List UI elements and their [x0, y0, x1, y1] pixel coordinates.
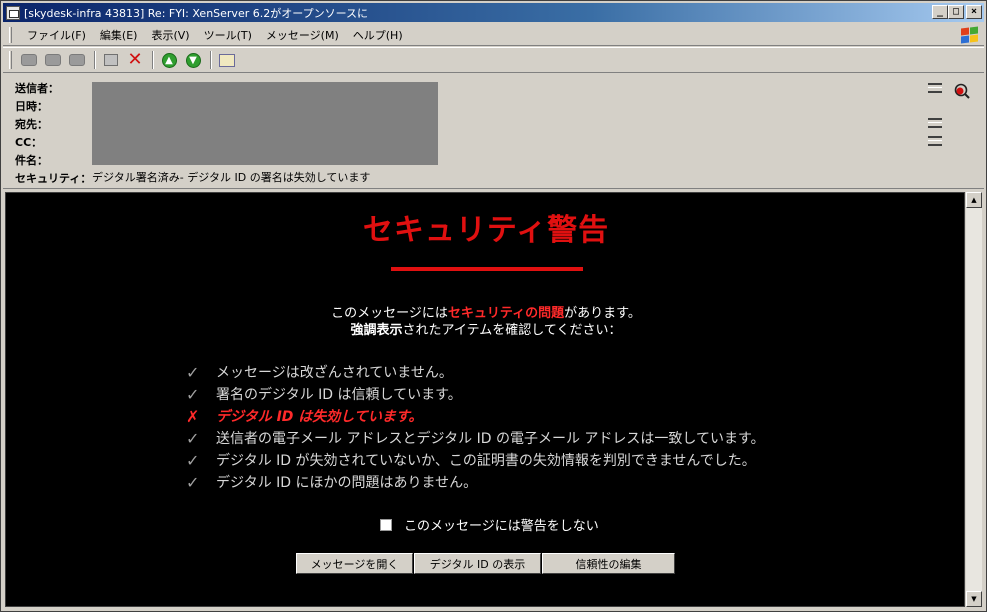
menu-bar: ファイル(F) 編集(E) 表示(V) ツール(T) メッセージ(M) ヘルプ(…: [3, 24, 984, 46]
title-bar: [skydesk-infra 43813] Re: FYI: XenServer…: [3, 3, 984, 22]
message-header: 送信者： 日時： 宛先： CC： 件名： セキュリティ： デジタル署名済み- デ…: [3, 75, 984, 189]
windows-logo-icon: [958, 25, 980, 45]
address-book-icon[interactable]: [216, 50, 238, 70]
vertical-scrollbar[interactable]: ▲ ▼: [965, 192, 982, 607]
check-item: ✓ メッセージは改ざんされていません。: [186, 361, 765, 383]
warning-intro: このメッセージにはセキュリティの問題があります。 強調表示されたアイテムを確認し…: [6, 305, 964, 339]
cross-mark-icon: ✗: [186, 406, 200, 426]
menu-tools[interactable]: ツール(T): [197, 25, 259, 45]
check-mark-icon: ✓: [186, 450, 200, 470]
to-label: 宛先：: [15, 118, 48, 131]
reply-icon[interactable]: [18, 50, 40, 70]
check-text: メッセージは改ざんされていません。: [216, 365, 453, 381]
check-list: ✓ メッセージは改ざんされていません。 ✓ 署名のデジタル ID は信頼していま…: [186, 361, 765, 493]
security-warning-icon[interactable]: [954, 83, 970, 99]
previous-icon[interactable]: ▲: [158, 50, 180, 70]
edit-trust-button[interactable]: 信頼性の編集: [542, 553, 675, 574]
security-warning-pane: セキュリティ警告 このメッセージにはセキュリティの問題があります。 強調表示され…: [5, 192, 965, 607]
intro-text: されたアイテムを確認してください：: [402, 323, 622, 338]
open-message-button[interactable]: メッセージを開く: [296, 553, 413, 574]
close-button[interactable]: ×: [966, 5, 982, 19]
check-text: デジタル ID にほかの問題はありません。: [216, 475, 478, 491]
window-title: [skydesk-infra 43813] Re: FYI: XenServer…: [24, 6, 369, 20]
window-controls: _ □ ×: [932, 5, 982, 19]
toolbar-separator: [210, 51, 212, 69]
forward-icon[interactable]: [66, 50, 88, 70]
expand-to-icon[interactable]: [928, 118, 942, 128]
menu-help[interactable]: ヘルプ(H): [346, 25, 410, 45]
app-icon[interactable]: [6, 5, 20, 20]
toolbar-grip[interactable]: [9, 51, 12, 69]
scroll-up-button[interactable]: ▲: [966, 192, 982, 208]
minimize-button[interactable]: _: [932, 5, 948, 19]
intro-text: があります。: [564, 306, 641, 321]
check-item: ✓ デジタル ID にほかの問題はありません。: [186, 471, 765, 493]
delete-icon[interactable]: ✕: [124, 50, 146, 70]
check-mark-icon: ✓: [186, 428, 200, 448]
intro-text: このメッセージには: [331, 306, 448, 321]
menu-view[interactable]: 表示(V): [144, 25, 196, 45]
check-text: 送信者の電子メール アドレスとデジタル ID の電子メール アドレスは一致してい…: [216, 431, 765, 447]
security-status: デジタル署名済み- デジタル ID の署名は失効しています: [92, 171, 371, 184]
check-mark-icon: ✓: [186, 472, 200, 492]
date-label: 日時：: [15, 100, 48, 113]
menu-file[interactable]: ファイル(F): [20, 25, 93, 45]
check-text: デジタル ID は失効しています。: [216, 409, 423, 425]
check-mark-icon: ✓: [186, 362, 200, 382]
check-mark-icon: ✓: [186, 384, 200, 404]
redacted-header-values: [92, 82, 438, 165]
maximize-button[interactable]: □: [948, 5, 964, 19]
subject-label: 件名：: [15, 154, 48, 167]
dont-warn-option[interactable]: このメッセージには警告をしない: [380, 515, 599, 534]
menu-edit[interactable]: 編集(E): [93, 25, 145, 45]
cc-label: CC：: [15, 136, 43, 149]
from-label: 送信者：: [15, 82, 59, 95]
check-text: 署名のデジタル ID は信頼しています。: [216, 387, 462, 403]
security-label: セキュリティ：: [15, 172, 92, 185]
reply-all-icon[interactable]: [42, 50, 64, 70]
print-icon[interactable]: [100, 50, 122, 70]
check-text: デジタル ID が失効されていないか、この証明書の失効情報を判別できませんでした…: [216, 453, 756, 469]
menu-message[interactable]: メッセージ(M): [259, 25, 346, 45]
check-item: ✓ 送信者の電子メール アドレスとデジタル ID の電子メール アドレスは一致し…: [186, 427, 765, 449]
warning-title: セキュリティ警告: [362, 213, 610, 248]
dont-warn-label[interactable]: このメッセージには警告をしない: [404, 515, 599, 534]
expand-cc-icon[interactable]: [928, 136, 942, 146]
intro-highlight: セキュリティの問題: [447, 306, 565, 321]
check-item: ✓ デジタル ID が失効されていないか、この証明書の失効情報を判別できませんで…: [186, 449, 765, 471]
menu-grip[interactable]: [9, 26, 12, 43]
toolbar: ✕ ▲ ▼: [3, 47, 984, 73]
warning-buttons: メッセージを開く デジタル ID の表示 信頼性の編集: [296, 553, 675, 574]
next-icon[interactable]: ▼: [182, 50, 204, 70]
dont-warn-checkbox[interactable]: [380, 518, 392, 531]
toolbar-separator: [152, 51, 154, 69]
expand-from-icon[interactable]: [928, 83, 942, 93]
mail-window: [skydesk-infra 43813] Re: FYI: XenServer…: [0, 0, 987, 612]
warning-divider: [391, 267, 583, 271]
scroll-down-button[interactable]: ▼: [966, 591, 982, 607]
view-digital-id-button[interactable]: デジタル ID の表示: [414, 553, 541, 574]
toolbar-separator: [94, 51, 96, 69]
intro-bold: 強調表示: [350, 323, 403, 338]
check-item: ✓ 署名のデジタル ID は信頼しています。: [186, 383, 765, 405]
check-item-failed: ✗ デジタル ID は失効しています。: [186, 405, 765, 427]
